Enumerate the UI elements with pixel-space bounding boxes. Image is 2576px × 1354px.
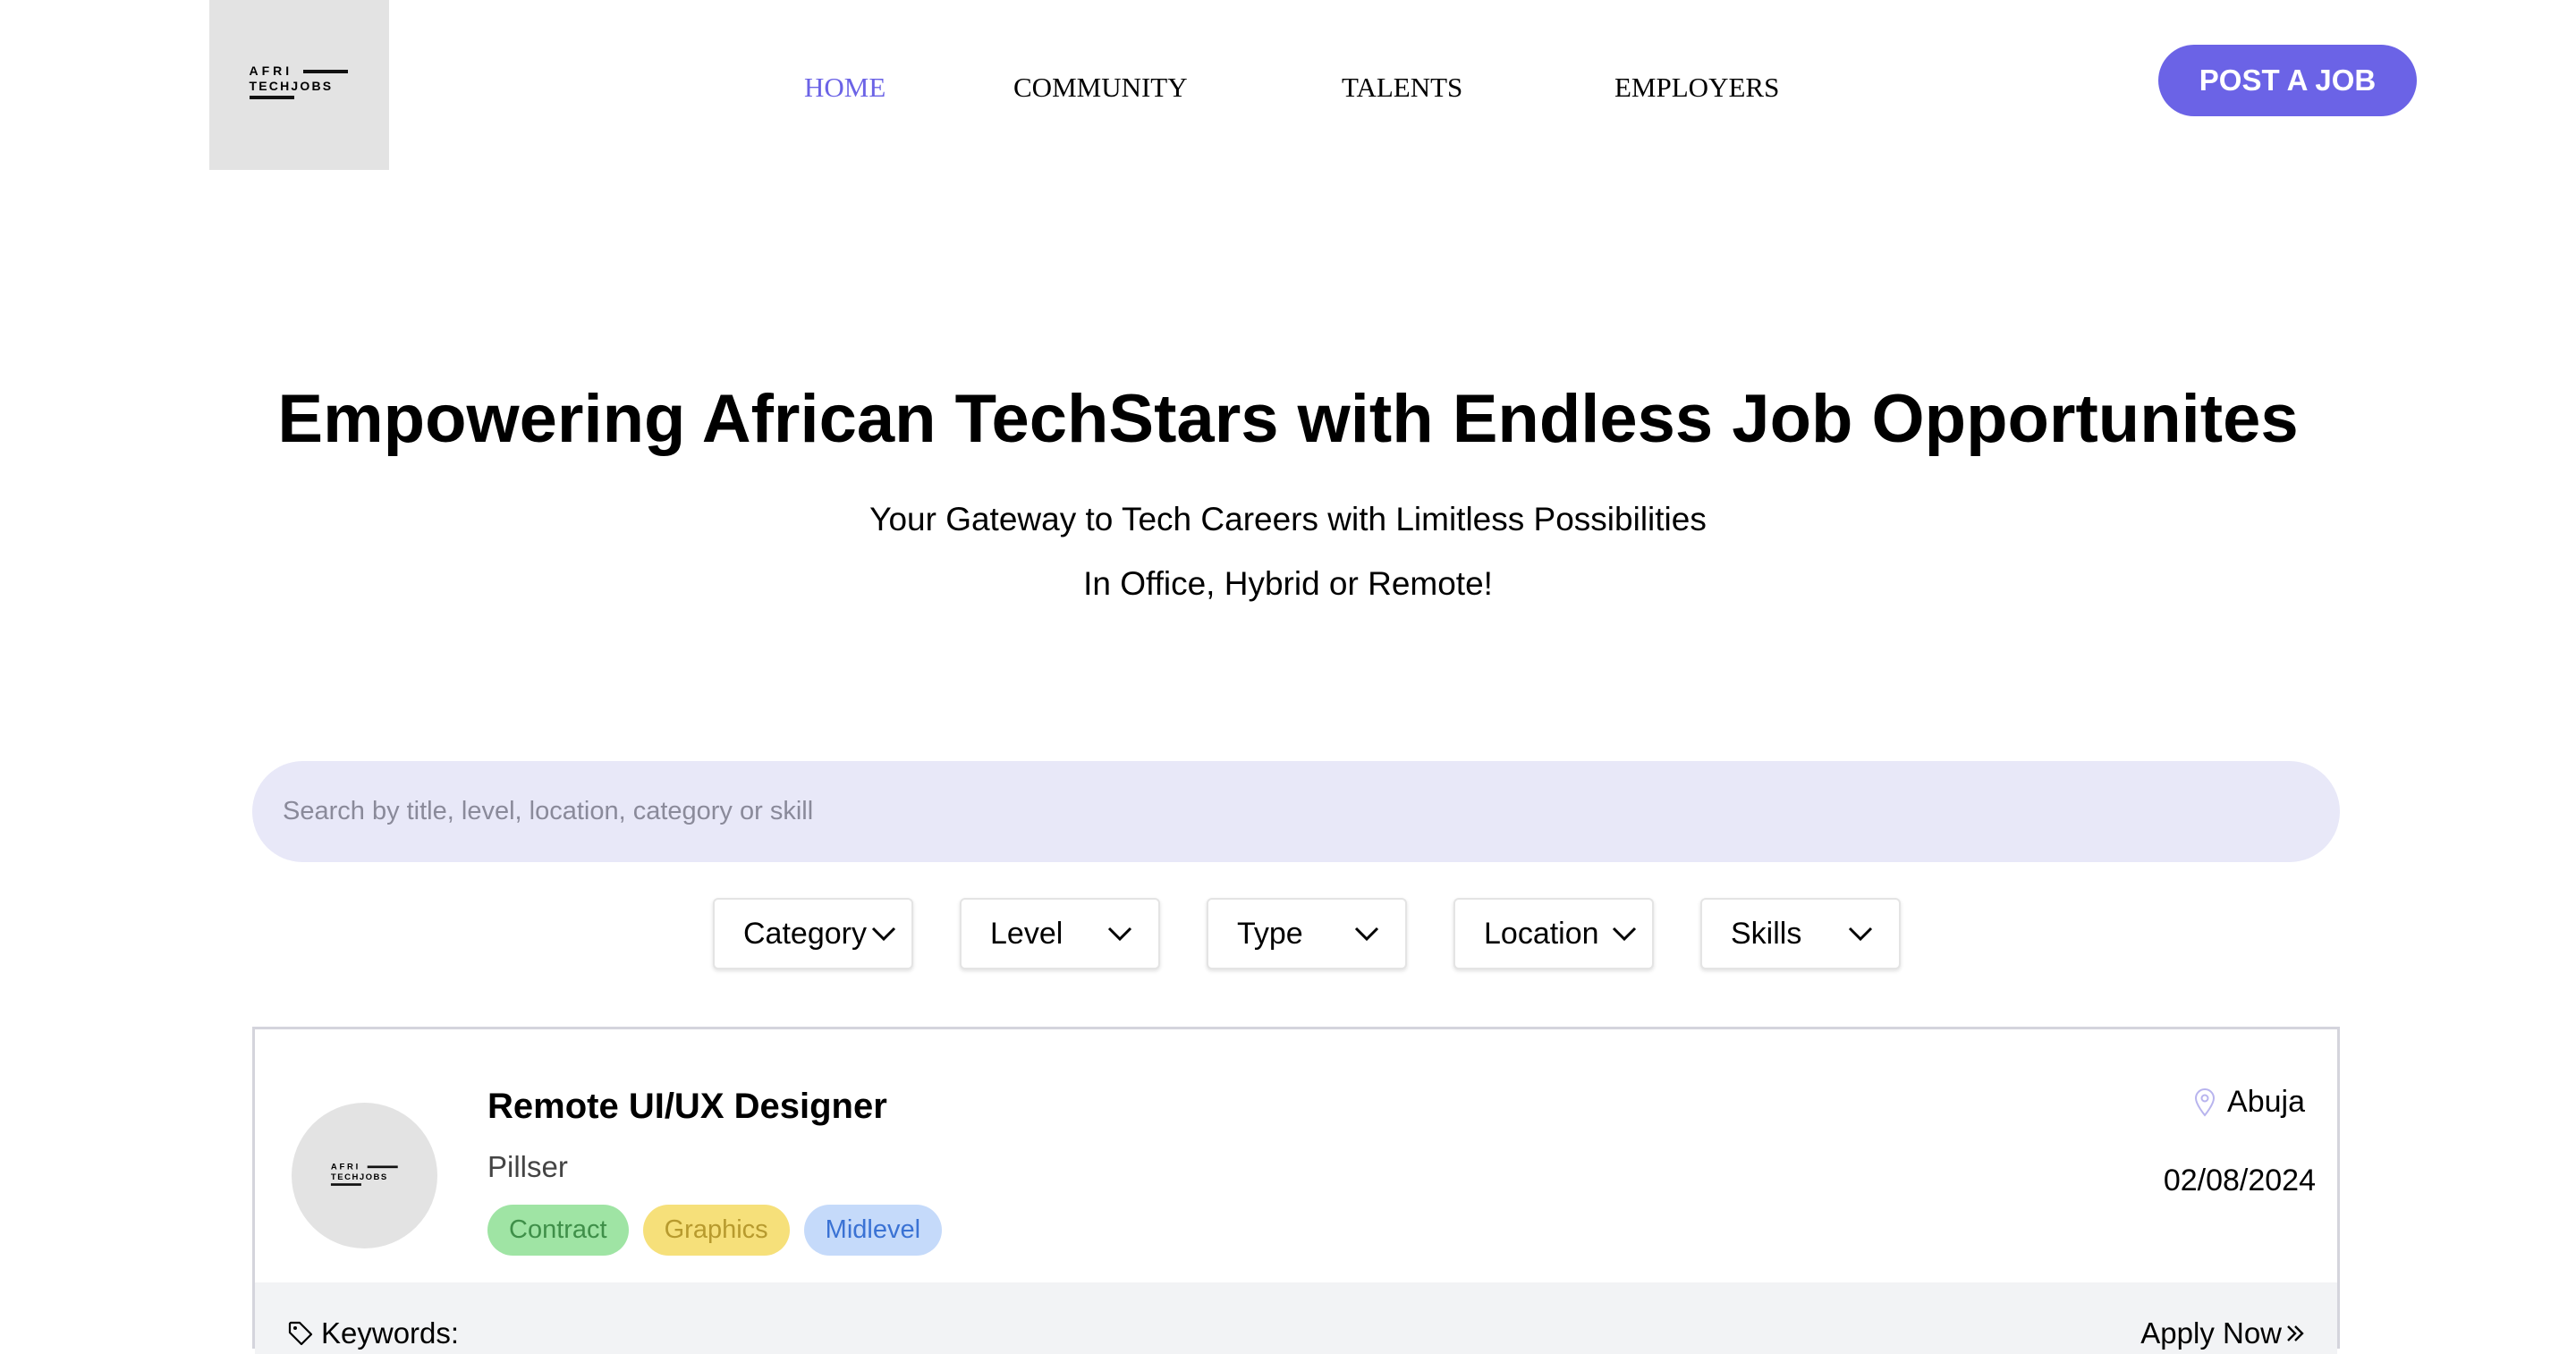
nav-home[interactable]: HOME [804, 72, 886, 104]
filter-label: Category [743, 916, 867, 951]
filter-label: Level [990, 916, 1063, 951]
nav-community[interactable]: COMMUNITY [1013, 72, 1188, 104]
keywords: Keywords: [287, 1316, 459, 1350]
hero-subtitle: Your Gateway to Tech Careers with Limitl… [869, 501, 1707, 537]
job-tags: Contract Graphics Midlevel [487, 1205, 943, 1256]
tag-level: Midlevel [803, 1205, 943, 1256]
logo-line-1: AFRI [249, 63, 293, 78]
chevron-down-icon [1354, 927, 1379, 942]
filter-location[interactable]: Location [1453, 898, 1654, 969]
nav-talents[interactable]: TALENTS [1342, 72, 1462, 104]
filter-label: Location [1484, 916, 1599, 951]
logo-bar [367, 1164, 398, 1168]
logo-line-1: AFRI [330, 1161, 360, 1172]
job-card-footer: Keywords: Apply Now [255, 1282, 2337, 1354]
logo-bar [302, 70, 348, 73]
chevron-down-icon [871, 927, 896, 942]
site-logo[interactable]: AFRI TECHJOBS [209, 0, 389, 170]
chevron-down-icon [1848, 927, 1873, 942]
job-card[interactable]: AFRI TECHJOBS Remote UI/UX Designer Pill… [252, 1027, 2340, 1354]
search-bar [252, 761, 2340, 862]
job-location: Abuja [2193, 1085, 2305, 1120]
filter-level[interactable]: Level [960, 898, 1160, 969]
hero-tagline: In Office, Hybrid or Remote! [1083, 565, 1493, 602]
logo-line-2: TECHJOBS [330, 1171, 388, 1181]
logo-line-2: TECHJOBS [249, 79, 334, 93]
logo-bar [249, 96, 294, 99]
filter-label: Skills [1731, 916, 1802, 951]
apply-now-link[interactable]: Apply Now [2140, 1316, 2305, 1350]
hero-title: Empowering African TechStars with Endles… [277, 381, 2299, 457]
post-job-button[interactable]: POST A JOB [2158, 45, 2417, 116]
filter-skills[interactable]: Skills [1700, 898, 1901, 969]
posted-date: 02/08/2024 [2163, 1164, 2316, 1197]
filter-label: Type [1237, 916, 1303, 951]
company-avatar: AFRI TECHJOBS [292, 1103, 437, 1248]
double-chevron-right-icon [2287, 1325, 2304, 1341]
chevron-down-icon [1107, 927, 1132, 942]
tag-category: Graphics [642, 1205, 790, 1256]
company-logo: AFRI TECHJOBS [330, 1161, 398, 1190]
keywords-label: Keywords: [321, 1316, 460, 1350]
chevron-down-icon [1612, 927, 1637, 942]
location-text: Abuja [2227, 1085, 2305, 1119]
location-pin-icon [2195, 1087, 2216, 1117]
tag-icon [288, 1321, 313, 1346]
apply-label: Apply Now [2140, 1316, 2282, 1350]
filter-category[interactable]: Category [713, 898, 913, 969]
logo-bar [330, 1182, 361, 1186]
tag-job-type: Contract [487, 1205, 629, 1256]
job-title[interactable]: Remote UI/UX Designer [487, 1087, 887, 1127]
logo-mark: AFRI TECHJOBS [249, 63, 350, 106]
nav-employers[interactable]: EMPLOYERS [1614, 72, 1779, 104]
filter-type[interactable]: Type [1207, 898, 1407, 969]
company-name: Pillser [487, 1150, 568, 1183]
search-input[interactable] [281, 796, 2340, 827]
